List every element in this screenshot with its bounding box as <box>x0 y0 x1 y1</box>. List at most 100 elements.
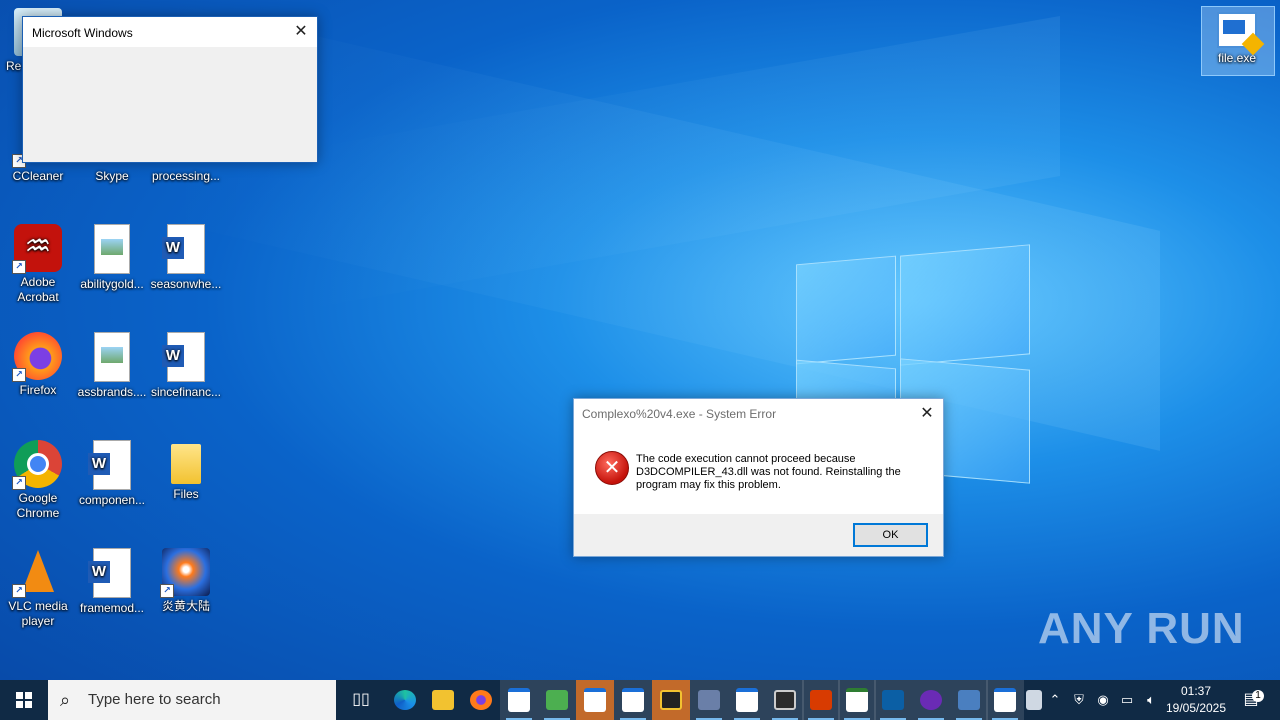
desktop-icon-label: framemod... <box>79 601 145 615</box>
search-placeholder: Type here to search <box>88 691 221 708</box>
folder-icon <box>432 689 454 710</box>
desktop-icon-assbrands[interactable]: assbrands.... <box>74 332 150 400</box>
tray-volume[interactable]: 🔈︎ <box>1140 680 1162 720</box>
window-icon <box>508 687 530 712</box>
taskbar-search-box[interactable]: ⌕ Type here to search <box>48 680 336 720</box>
game-app-icon <box>660 689 682 710</box>
taskbar-tool-app[interactable] <box>690 680 728 720</box>
show-hidden-icons-button[interactable]: ⌃ <box>1046 680 1064 720</box>
start-button[interactable] <box>4 680 44 720</box>
taskbar-network-app[interactable] <box>1022 680 1046 720</box>
taskbar-game-app[interactable] <box>652 680 690 720</box>
acrobat-icon: ♒ ↗ <box>12 224 62 274</box>
dialog-title-bar[interactable]: Complexo%20v4.exe - System Error ✕ <box>574 399 943 429</box>
tool-icon <box>698 689 720 710</box>
close-icon[interactable]: ✕ <box>911 399 943 429</box>
desktop-icon-vlc[interactable]: ↗ VLC media player <box>0 548 76 629</box>
taskbar-firefox[interactable] <box>462 680 500 720</box>
desktop-icon-files[interactable]: Files <box>148 440 224 502</box>
taskbar-file-explorer[interactable] <box>424 680 462 720</box>
taskbar-window-6[interactable] <box>986 680 1024 720</box>
chevron-up-icon: ⌃ <box>1049 692 1061 707</box>
word-document-icon: W <box>88 548 131 598</box>
microsoft-windows-dialog: Microsoft Windows ✕ <box>22 16 318 163</box>
taskbar: ⌕ Type here to search ▯▯ ⌃ ⛨ ◉ ▭ 🔈︎ 01:3… <box>0 680 1280 720</box>
clock-date: 19/05/2025 <box>1165 701 1227 715</box>
taskbar-window-3[interactable] <box>614 680 652 720</box>
taskbar-window-4[interactable] <box>728 680 766 720</box>
desktop-icon-game[interactable]: ↗ 炎黄大陆 <box>148 548 224 614</box>
error-icon: ✕ <box>595 451 629 485</box>
dialog-body: ✕ The code execution cannot proceed beca… <box>574 429 943 514</box>
shortcut-arrow-icon: ↗ <box>160 584 174 598</box>
shortcut-arrow-icon: ↗ <box>12 584 26 598</box>
desktop-icon-label: componen... <box>78 493 146 507</box>
desktop-icon-label: CCleaner <box>12 169 64 183</box>
desktop-icon-file-exe[interactable]: file.exe <box>1199 12 1275 66</box>
desktop-icon-adobe-acrobat[interactable]: ♒ ↗ Adobe Acrobat <box>0 224 76 305</box>
desktop-icon-seasonwhe[interactable]: W seasonwhe... <box>148 224 224 292</box>
desktop-icon-componen[interactable]: W componen... <box>74 440 150 508</box>
dialog-title-bar[interactable]: Microsoft Windows ✕ <box>23 17 317 47</box>
game-icon: ↗ <box>160 548 210 598</box>
windows-start-icon <box>16 691 32 708</box>
tray-meet[interactable]: ◉ <box>1092 680 1114 720</box>
office-icon <box>810 689 832 710</box>
taskbar-clock[interactable]: 01:37 19/05/2025 <box>1160 683 1232 717</box>
tray-security[interactable]: ⛨ <box>1068 680 1090 720</box>
desktop-icon-label: Firefox <box>19 383 57 397</box>
window-icon <box>622 687 644 712</box>
word-document-icon: W <box>162 332 205 382</box>
shortcut-arrow-icon: ↗ <box>12 260 26 274</box>
desktop-icon-label: assbrands.... <box>77 385 147 399</box>
window-icon <box>584 687 606 712</box>
taskbar-purple-app[interactable] <box>912 680 950 720</box>
exe-file-icon <box>1217 12 1265 56</box>
vlc-cone-icon: ↗ <box>12 548 62 598</box>
desktop-icon-abilitygold[interactable]: abilitygold... <box>74 224 150 292</box>
desktop-icon-sincefinanc[interactable]: W sincefinanc... <box>148 332 224 400</box>
shortcut-arrow-icon: ↗ <box>12 368 26 382</box>
action-center-button[interactable]: ▤ 1 <box>1236 680 1266 720</box>
word-document-icon: W <box>162 224 205 274</box>
taskbar-installer-app[interactable] <box>950 680 988 720</box>
network-icon: ▭ <box>1120 692 1134 707</box>
desktop: Re ↗ CCleaner Skype processing... ♒ ↗ Ado… <box>0 0 1280 680</box>
search-icon: ⌕ <box>60 690 71 710</box>
desktop-icon-label: abilitygold... <box>80 277 144 291</box>
taskbar-window-1[interactable] <box>500 680 538 720</box>
window-icon <box>994 687 1016 712</box>
desktop-icon-label: sincefinanc... <box>150 385 222 399</box>
shield-icon: ⛨ <box>1074 692 1084 707</box>
image-file-icon <box>94 224 130 274</box>
desktop-icon-firefox[interactable]: ↗ Firefox <box>0 332 76 398</box>
installer-icon <box>958 689 980 710</box>
desktop-icon-label: seasonwhe... <box>150 277 222 291</box>
taskbar-link-app[interactable] <box>766 680 804 720</box>
dialog-title: Complexo%20v4.exe - System Error <box>582 407 777 421</box>
desktop-icon-label: 炎黄大陆 <box>161 599 210 613</box>
taskbar-window-5[interactable] <box>838 680 876 720</box>
link-icon <box>774 689 796 710</box>
close-icon[interactable]: ✕ <box>285 17 317 47</box>
ok-button[interactable]: OK <box>853 523 928 547</box>
shortcut-arrow-icon: ↗ <box>12 476 26 490</box>
word-document-icon: W <box>88 440 131 490</box>
taskbar-office-app[interactable] <box>802 680 840 720</box>
bh-app-icon <box>546 689 568 710</box>
taskbar-window-2[interactable] <box>576 680 614 720</box>
desktop-icon-label: file.exe <box>1217 51 1257 65</box>
taskbar-edge[interactable] <box>386 680 424 720</box>
desktop-icon-framemod[interactable]: W framemod... <box>74 548 150 616</box>
desktop-icon-label: Files <box>173 487 199 501</box>
desktop-icon-google-chrome[interactable]: ↗ Google Chrome <box>0 440 76 521</box>
system-error-dialog: Complexo%20v4.exe - System Error ✕ ✕ The… <box>573 398 944 557</box>
network-app-icon <box>1026 689 1042 710</box>
task-view-button[interactable]: ▯▯ <box>342 680 380 720</box>
purple-app-icon <box>920 689 942 710</box>
tray-network[interactable]: ▭ <box>1116 680 1138 720</box>
camera-icon: ◉ <box>1097 692 1109 707</box>
notification-count: 1 <box>1252 690 1264 702</box>
taskbar-monitor-app[interactable] <box>874 680 912 720</box>
taskbar-bh-app[interactable] <box>538 680 576 720</box>
